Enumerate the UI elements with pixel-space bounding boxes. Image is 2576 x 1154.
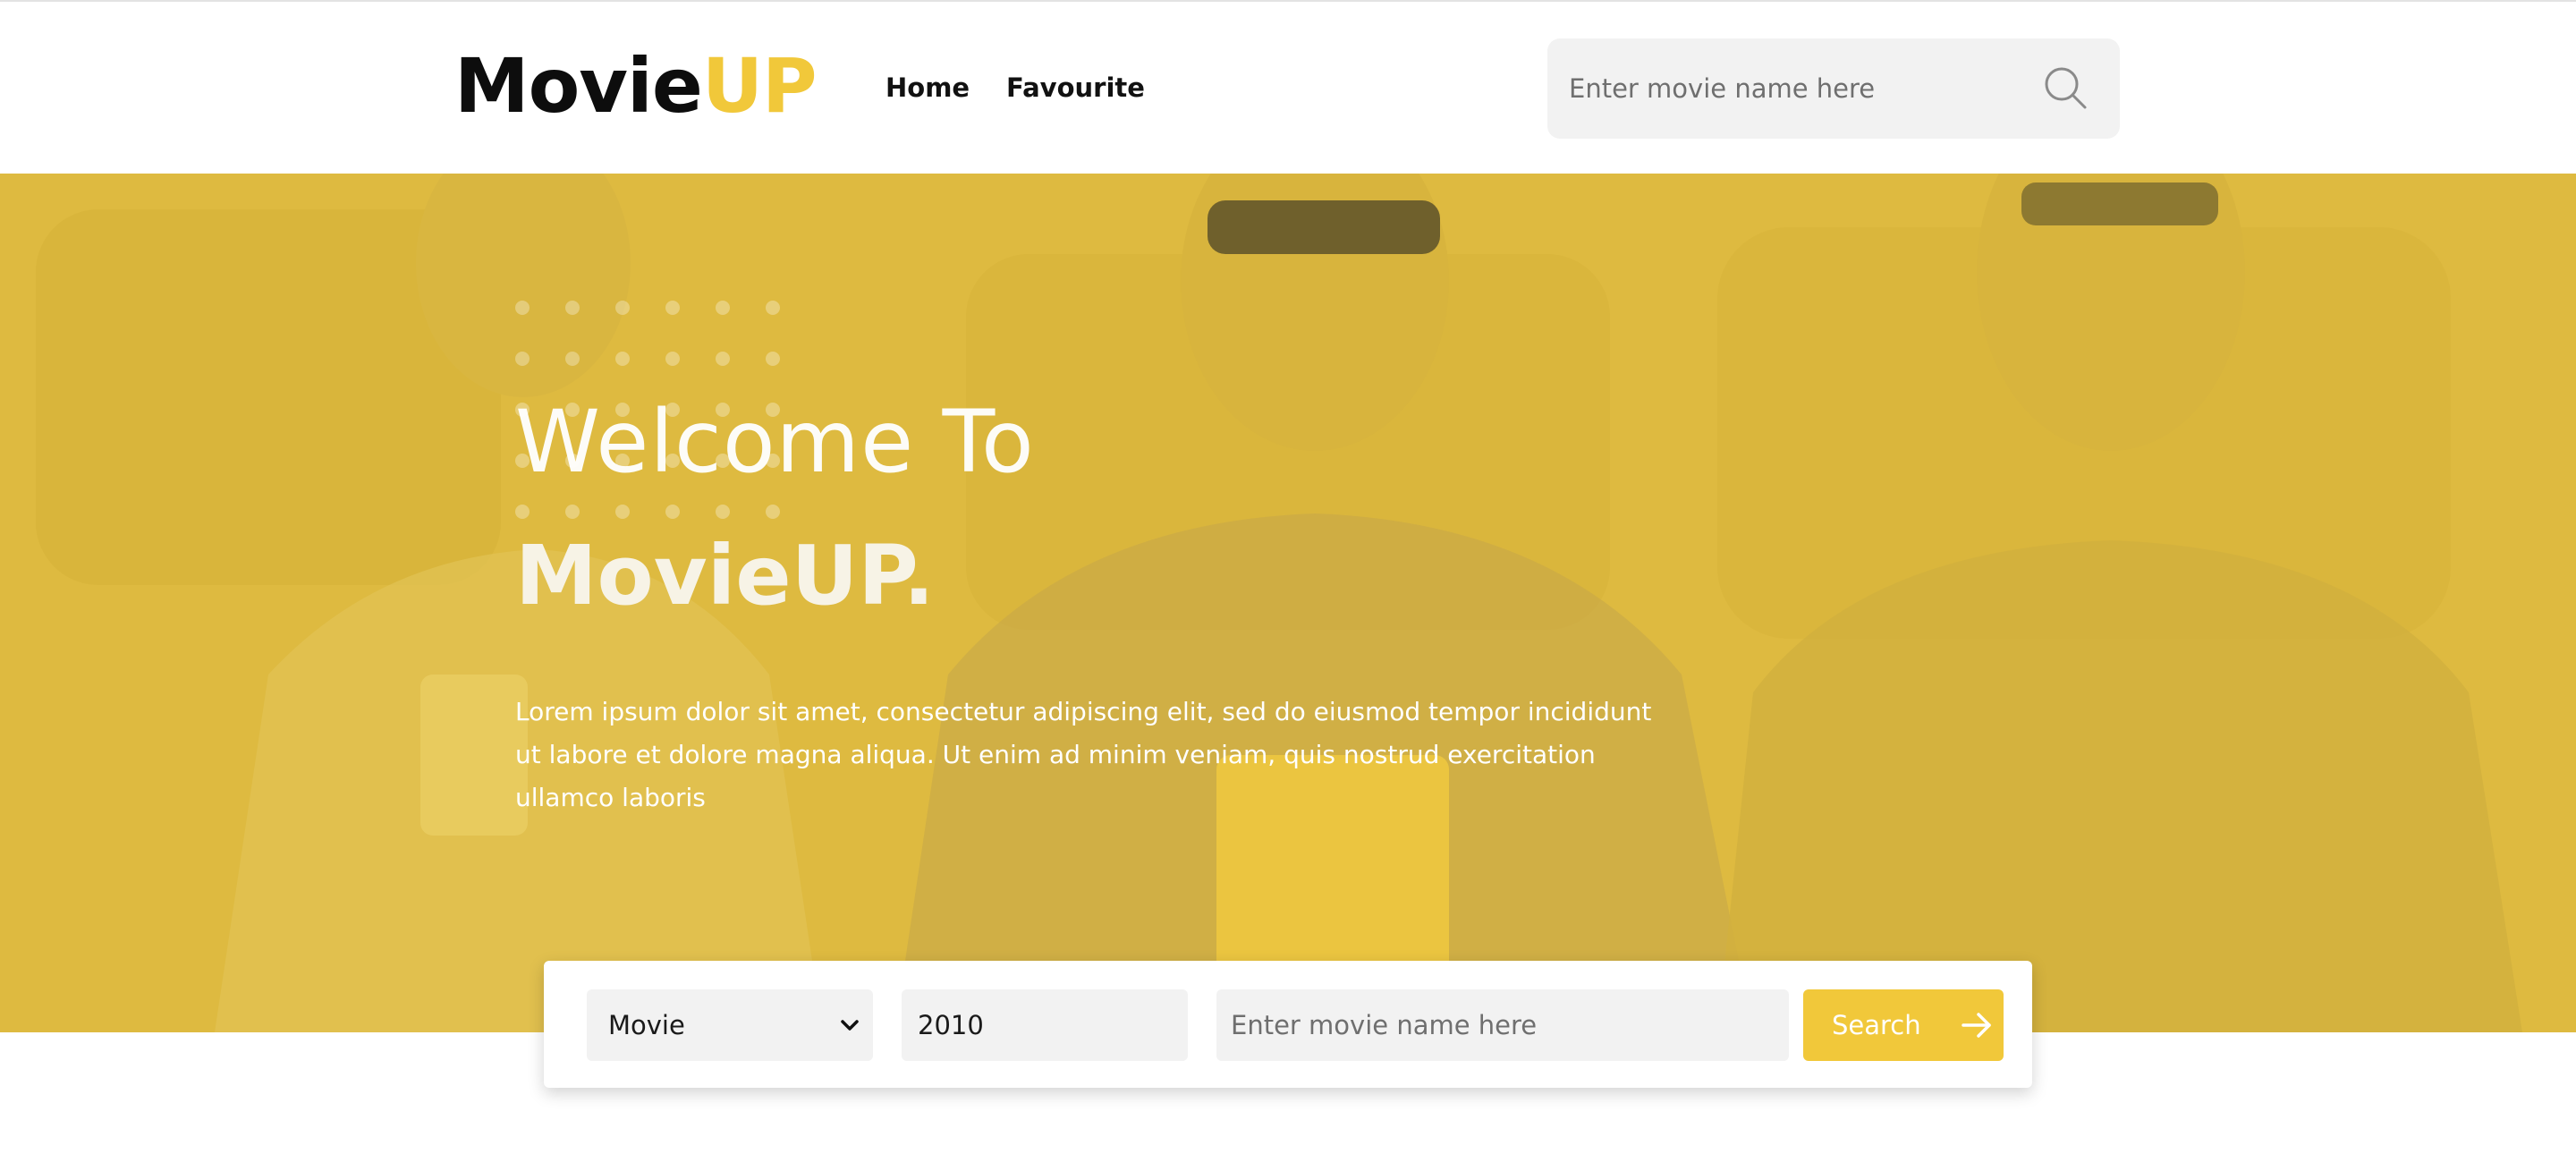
logo-main-text: Movie <box>454 42 703 130</box>
nav-favourite-link[interactable]: Favourite <box>1006 70 1145 106</box>
hero-brand-heading: MovieUP. <box>515 528 935 624</box>
logo[interactable]: MovieUP <box>454 41 818 131</box>
logo-accent-text: UP <box>701 42 818 130</box>
chevron-down-icon <box>841 1020 859 1031</box>
hero-welcome-heading: Welcome To <box>515 392 1035 492</box>
year-value: 2010 <box>918 1010 984 1040</box>
search-icon[interactable] <box>2043 65 2088 110</box>
movie-name-field <box>1216 989 1789 1061</box>
hero-description: Lorem ipsum dolor sit amet, consectetur … <box>515 697 1652 812</box>
movie-search-panel: Movie 2010 Search <box>544 961 2032 1088</box>
search-button-label: Search <box>1832 1010 1921 1040</box>
hero-banner: Welcome To MovieUP. Lorem ipsum dolor si… <box>0 174 2576 1032</box>
search-button[interactable]: Search <box>1803 989 2004 1061</box>
site-header: MovieUP Home Favourite <box>0 2 2576 174</box>
header-search-input[interactable] <box>1569 38 2052 139</box>
header-search-box <box>1547 38 2120 139</box>
arrow-right-icon <box>1962 1013 1991 1038</box>
movie-name-input[interactable] <box>1231 989 1767 1061</box>
type-select[interactable]: Movie <box>587 989 873 1061</box>
nav-home-link[interactable]: Home <box>886 70 970 106</box>
type-select-value: Movie <box>608 1010 685 1040</box>
year-input[interactable]: 2010 <box>902 989 1188 1061</box>
